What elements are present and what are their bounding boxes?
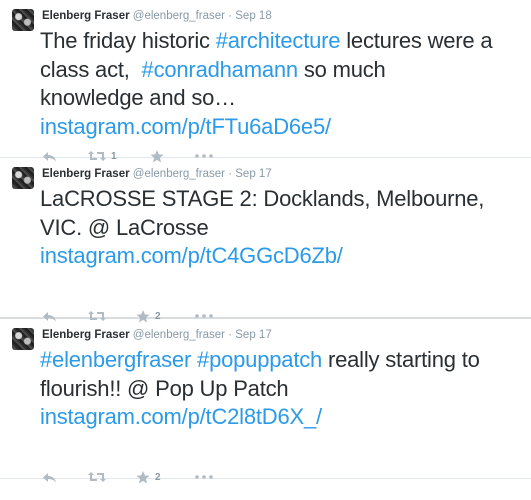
text-segment: class act, xyxy=(40,56,142,82)
more-button[interactable] xyxy=(195,475,213,479)
tweet-date[interactable]: Sep 18 xyxy=(235,10,271,22)
author-handle[interactable]: @elenberg_fraser xyxy=(133,329,225,341)
more-button[interactable] xyxy=(195,314,213,318)
more-icon xyxy=(195,475,213,479)
text-segment: The friday historic xyxy=(40,28,216,53)
tweet[interactable]: Elenberg Fraser @elenberg_fraser · Sep 1… xyxy=(0,0,531,162)
tweet-date[interactable]: Sep 17 xyxy=(235,168,271,180)
tweet-header: Elenberg Fraser @elenberg_fraser · Sep 1… xyxy=(42,168,272,180)
hashtag-link[interactable]: #elenbergfraser xyxy=(40,347,191,372)
instagram-link[interactable]: instagram.com/p/tFTu6aD6e5/ xyxy=(40,113,525,142)
text-line: flourish!! @ Pop Up Patch xyxy=(40,375,289,401)
retweet-icon xyxy=(88,472,106,482)
hashtag-link[interactable]: #popuppatch xyxy=(197,347,322,372)
avatar[interactable] xyxy=(12,328,34,350)
hashtag-link[interactable]: #conradhamann xyxy=(142,57,299,82)
text-line: The friday historic #architecture lectur… xyxy=(40,27,525,56)
tweet-text: The friday historic #architecture lectur… xyxy=(40,27,525,141)
author-name[interactable]: Elenberg Fraser xyxy=(42,329,130,341)
instagram-link[interactable]: instagram.com/p/tC4GGcD6Zb/ xyxy=(40,242,525,271)
favorite-count: 2 xyxy=(155,471,161,483)
author-handle[interactable]: @elenberg_fraser xyxy=(133,10,225,22)
author-handle[interactable]: @elenberg_fraser xyxy=(133,168,225,180)
tweet-header: Elenberg Fraser @elenberg_fraser · Sep 1… xyxy=(42,10,272,22)
more-icon xyxy=(195,314,213,318)
text-segment: so much xyxy=(297,56,386,82)
reply-icon xyxy=(43,472,56,482)
favorite-button[interactable]: 2 xyxy=(136,470,161,484)
tweet-header: Elenberg Fraser @elenberg_fraser · Sep 1… xyxy=(42,329,272,341)
star-icon xyxy=(136,470,150,483)
text-line: LaCROSSE STAGE 2: Docklands, Melbourne, xyxy=(40,186,485,211)
author-name[interactable]: Elenberg Fraser xyxy=(42,168,130,180)
tweet[interactable]: Elenberg Fraser @elenberg_fraser · Sep 1… xyxy=(0,158,531,322)
tweet-text: #elenbergfraser #popuppatch really start… xyxy=(40,346,525,432)
text-line: class act, #conradhamann so much xyxy=(40,56,525,85)
separator: · xyxy=(228,168,233,180)
avatar[interactable] xyxy=(12,167,34,189)
reply-button[interactable] xyxy=(42,472,57,483)
retweet-button[interactable] xyxy=(88,471,111,483)
tweet[interactable]: Elenberg Fraser @elenberg_fraser · Sep 1… xyxy=(0,319,531,483)
text-line: #elenbergfraser #popuppatch really start… xyxy=(40,346,525,375)
avatar[interactable] xyxy=(12,9,34,31)
instagram-link[interactable]: instagram.com/p/tC2l8tD6X_/ xyxy=(40,403,525,432)
text-line: VIC. @ LaCrosse xyxy=(40,214,209,240)
author-name[interactable]: Elenberg Fraser xyxy=(42,10,130,22)
text-line: knowledge and so… xyxy=(40,85,236,110)
separator: · xyxy=(228,10,233,22)
text-segment: really starting to xyxy=(322,347,480,372)
tweet-date[interactable]: Sep 17 xyxy=(235,329,271,341)
tweet-text: LaCROSSE STAGE 2: Docklands, Melbourne, … xyxy=(40,185,525,271)
hashtag-link[interactable]: #architecture xyxy=(216,28,341,53)
separator: · xyxy=(228,329,233,341)
text-segment: lectures were a xyxy=(340,28,493,53)
